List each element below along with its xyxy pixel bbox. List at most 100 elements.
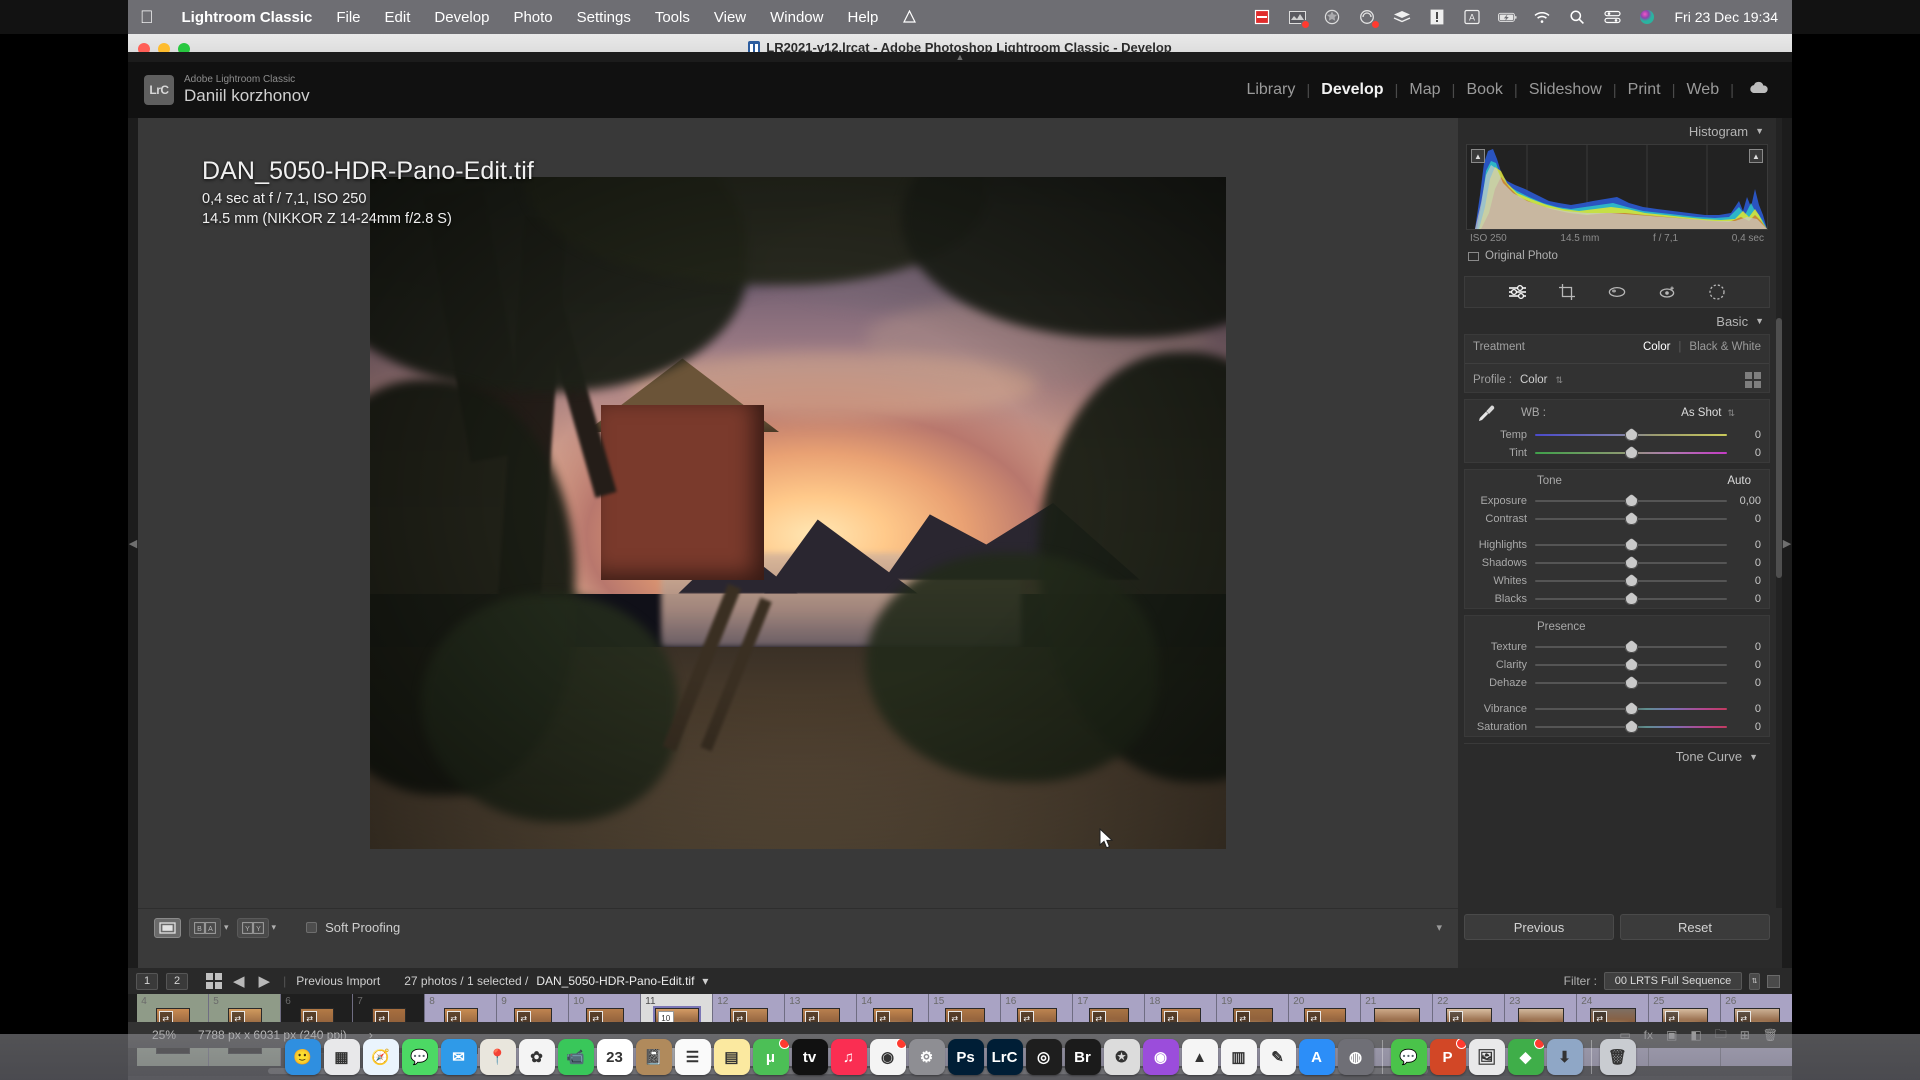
toolbar-options-caret-icon[interactable]: ▾ xyxy=(1436,921,1442,934)
white-balance-eyedropper-icon[interactable] xyxy=(1473,402,1499,424)
histogram-graph[interactable]: ▲ ▲ xyxy=(1466,144,1768,230)
highlight-clipping-icon[interactable]: ▲ xyxy=(1749,149,1763,163)
before-after-split-icon[interactable]: YY xyxy=(236,917,269,938)
chevron-down-icon[interactable]: ▼ xyxy=(1749,752,1758,762)
filter-stepper-icon[interactable]: ⇅ xyxy=(1749,972,1760,990)
dock-icon-app-store[interactable]: A xyxy=(1298,1039,1335,1075)
previous-button[interactable]: Previous xyxy=(1464,914,1614,940)
slider-track[interactable] xyxy=(1535,574,1727,588)
profile-value[interactable]: Color xyxy=(1520,374,1547,386)
dock-icon-maps[interactable]: 📍 xyxy=(479,1039,516,1075)
slider-temp[interactable]: Temp 0 xyxy=(1465,426,1769,444)
slider-track[interactable] xyxy=(1535,720,1727,734)
forward-arrow-icon[interactable]: ▶ xyxy=(256,972,274,990)
menu-lightroom-classic[interactable]: Lightroom Classic xyxy=(170,9,325,26)
slider-tint[interactable]: Tint 0 xyxy=(1465,444,1769,462)
dock-icon-apple-tv[interactable]: tv xyxy=(791,1039,828,1075)
basic-adjust-icon[interactable] xyxy=(1507,282,1527,302)
chevron-down-icon[interactable]: ▼ xyxy=(1755,126,1764,136)
screen-recording-icon[interactable] xyxy=(1288,8,1310,29)
profile-browser-icon[interactable] xyxy=(1745,372,1761,388)
menu-edit[interactable]: Edit xyxy=(373,9,423,26)
dock-icon-preview[interactable]: 🖼 xyxy=(1468,1039,1505,1075)
dock-icon-numbers[interactable]: ▥ xyxy=(1220,1039,1257,1075)
screen-2-button[interactable]: 2 xyxy=(166,972,188,990)
module-web[interactable]: Web xyxy=(1675,81,1730,99)
basic-panel-header[interactable]: Basic ▼ xyxy=(1458,308,1776,334)
dock-icon-calendar[interactable]: 23 xyxy=(596,1039,633,1075)
slider-dehaze[interactable]: Dehaze 0 xyxy=(1465,674,1769,692)
dock-icon-notes[interactable]: ▤ xyxy=(713,1039,750,1075)
slider-track[interactable] xyxy=(1535,702,1727,716)
dock-icon-reminders[interactable]: ☰ xyxy=(674,1039,711,1075)
menu-photo[interactable]: Photo xyxy=(501,9,564,26)
dock-icon-pages[interactable]: ✎ xyxy=(1259,1039,1296,1075)
dock-icon-messages[interactable]: 💬 xyxy=(401,1039,438,1075)
treatment-option-black-and-white[interactable]: Black & White xyxy=(1689,341,1761,353)
dock-icon-safari[interactable]: 🧭 xyxy=(362,1039,399,1075)
dock-icon-capture-one[interactable]: ◎ xyxy=(1025,1039,1062,1075)
treatment-option-color[interactable]: Color xyxy=(1643,341,1670,353)
spot-removal-icon[interactable] xyxy=(1607,282,1627,302)
top-panel-handle[interactable]: ▲ xyxy=(128,52,1792,62)
red-eye-icon[interactable] xyxy=(1657,282,1677,302)
left-panel-handle[interactable]: ◀ xyxy=(128,118,138,968)
slider-track[interactable] xyxy=(1535,676,1727,690)
slider-value[interactable]: 0 xyxy=(1727,659,1761,671)
menu-file[interactable]: File xyxy=(324,9,372,26)
battery-charging-icon[interactable] xyxy=(1497,8,1517,27)
slider-highlights[interactable]: Highlights 0 xyxy=(1465,536,1769,554)
dock-icon-wechat[interactable]: 💬 xyxy=(1390,1039,1427,1075)
identity-plate[interactable]: LrC Adobe Lightroom Classic Daniil korzh… xyxy=(128,74,310,105)
dock-icon-photoshop[interactable]: Ps xyxy=(947,1039,984,1075)
dock-icon-lightroom-classic[interactable]: LrC xyxy=(986,1039,1023,1075)
slider-vibrance[interactable]: Vibrance 0 xyxy=(1465,700,1769,718)
slider-exposure[interactable]: Exposure 0,00 xyxy=(1465,492,1769,510)
alert-icon[interactable] xyxy=(1428,8,1447,27)
siri-icon[interactable] xyxy=(1638,8,1657,27)
slider-value[interactable]: 0,00 xyxy=(1727,495,1761,507)
slider-whites[interactable]: Whites 0 xyxy=(1465,572,1769,590)
menu-window[interactable]: Window xyxy=(758,9,835,26)
filter-select[interactable]: 00 LRTS Full Sequence xyxy=(1604,972,1742,990)
filmstrip-current-file[interactable]: DAN_5050-HDR-Pano-Edit.tif xyxy=(536,974,694,988)
dock-icon-podcasts[interactable]: ◉ xyxy=(1142,1039,1179,1075)
before-after-icon[interactable]: BA xyxy=(189,917,221,938)
slider-clarity[interactable]: Clarity 0 xyxy=(1465,656,1769,674)
histogram-panel-header[interactable]: Histogram ▼ xyxy=(1458,118,1776,144)
dock-icon-downloads[interactable]: ⬇ xyxy=(1546,1039,1583,1075)
dock-icon-photos[interactable]: ✿ xyxy=(518,1039,555,1075)
slider-track[interactable] xyxy=(1535,446,1727,460)
dock-icon-facetime[interactable]: 📹 xyxy=(557,1039,594,1075)
white-balance-stepper-icon[interactable]: ⇅ xyxy=(1727,408,1735,419)
slider-value[interactable]: 0 xyxy=(1727,539,1761,551)
slider-track[interactable] xyxy=(1535,494,1727,508)
chevron-down-icon[interactable]: ▼ xyxy=(1755,316,1764,326)
shadow-clipping-icon[interactable]: ▲ xyxy=(1471,149,1485,163)
control-center-icon[interactable] xyxy=(1603,8,1622,27)
lightroom-menu-extra-icon[interactable] xyxy=(900,8,919,27)
filmstrip-path-caret-icon[interactable]: ▾ xyxy=(702,974,708,988)
slider-value[interactable]: 0 xyxy=(1727,575,1761,587)
slider-track[interactable] xyxy=(1535,640,1727,654)
masking-icon[interactable] xyxy=(1707,282,1727,302)
dock-icon-helo[interactable]: ◆ xyxy=(1507,1039,1544,1075)
menubar-clock[interactable]: Fri 23 Dec 19:34 xyxy=(1673,9,1779,25)
slider-value[interactable]: 0 xyxy=(1727,703,1761,715)
slider-value[interactable]: 0 xyxy=(1727,429,1761,441)
flag-filter-icon[interactable] xyxy=(1767,974,1780,988)
dock-icon-luminar[interactable]: ◍ xyxy=(1337,1039,1374,1075)
slider-blacks[interactable]: Blacks 0 xyxy=(1465,590,1769,608)
menu-help[interactable]: Help xyxy=(835,9,890,26)
shield-icon[interactable] xyxy=(1323,8,1342,27)
grid-view-icon[interactable] xyxy=(206,973,222,989)
dock-icon-keynote[interactable]: ▲ xyxy=(1181,1039,1218,1075)
module-book[interactable]: Book xyxy=(1455,81,1513,99)
menu-develop[interactable]: Develop xyxy=(422,9,501,26)
slider-track[interactable] xyxy=(1535,538,1727,552)
dock-icon-app-store-dev[interactable]: ✪ xyxy=(1103,1039,1140,1075)
slider-shadows[interactable]: Shadows 0 xyxy=(1465,554,1769,572)
apple-logo-icon[interactable]:  xyxy=(140,8,154,26)
original-photo-toggle[interactable]: Original Photo xyxy=(1458,244,1776,268)
creative-cloud-icon[interactable] xyxy=(1358,8,1380,29)
